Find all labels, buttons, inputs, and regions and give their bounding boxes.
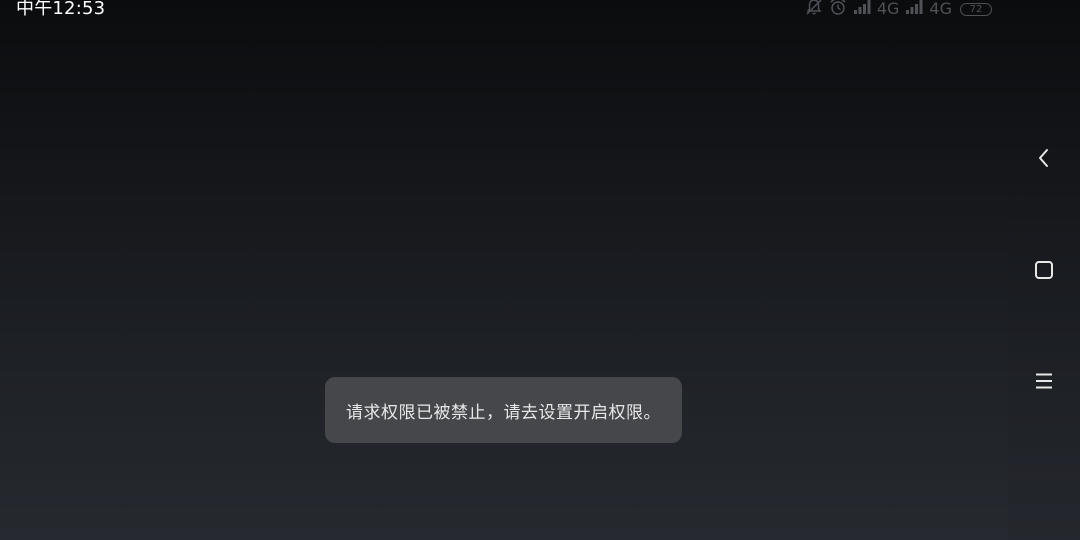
status-time: 中午12:53	[16, 0, 106, 19]
app-content-area	[0, 0, 1008, 540]
menu-icon	[1032, 369, 1056, 393]
back-icon	[1032, 146, 1056, 170]
signal-strength-icon-2	[905, 0, 925, 19]
status-bar: 中午12:53 4G 4G 72	[0, 0, 1080, 22]
home-button[interactable]	[1020, 246, 1068, 294]
status-icons: 4G 4G 72	[805, 0, 992, 18]
menu-button[interactable]	[1020, 357, 1068, 405]
signal-strength-icon	[853, 0, 873, 19]
muted-bell-icon	[805, 0, 823, 20]
permission-denied-toast: 请求权限已被禁止，请去设置开启权限。	[325, 377, 682, 443]
alarm-clock-icon	[829, 0, 847, 20]
phone-screen: 中午12:53 4G 4G 72 请求权限已被禁止，请去设置开启权限。	[0, 0, 1080, 540]
home-icon	[1032, 258, 1056, 282]
navigation-bar	[1008, 0, 1080, 540]
back-button[interactable]	[1020, 134, 1068, 182]
battery-icon: 72	[960, 2, 992, 16]
toast-message: 请求权限已被禁止，请去设置开启权限。	[346, 402, 661, 423]
network-type-label-2: 4G	[929, 0, 952, 18]
network-type-label: 4G	[876, 0, 900, 18]
